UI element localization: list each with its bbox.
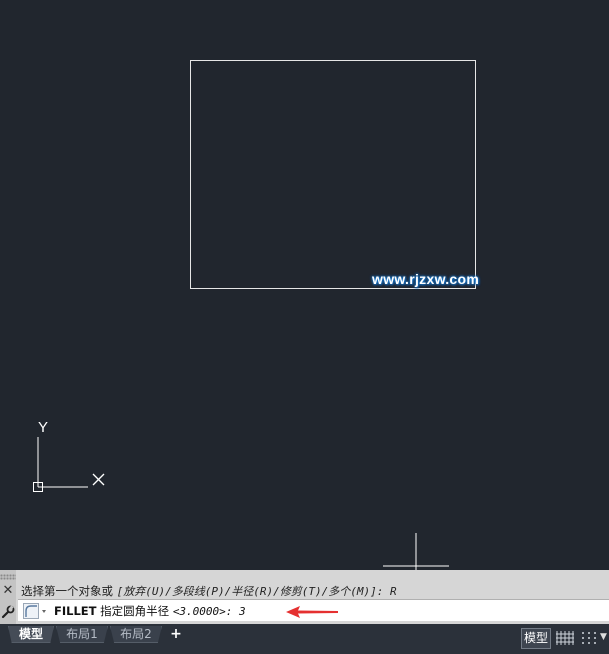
grip-handle[interactable] bbox=[0, 574, 16, 580]
snap-icon[interactable] bbox=[580, 630, 598, 646]
tab-layout1[interactable]: 布局1 bbox=[56, 626, 108, 643]
command-window-grip[interactable]: ✕ bbox=[0, 570, 16, 624]
history-options: [放弃(U)/多段线(P)/半径(R)/修剪(T)/多个(M)]: R bbox=[116, 585, 397, 598]
command-prompt-text: 指定圆角半径 bbox=[96, 604, 173, 618]
model-space-button[interactable]: 模型 bbox=[521, 628, 551, 649]
drawing-canvas[interactable]: www.rjzxw.com Y bbox=[0, 0, 609, 570]
tab-model[interactable]: 模型 bbox=[8, 626, 54, 643]
dropdown-arrow-icon[interactable]: ▼ bbox=[600, 632, 609, 644]
command-input-line[interactable]: FILLET 指定圆角半径 <3.0000>: 3 bbox=[18, 599, 609, 621]
tab-layout2[interactable]: 布局2 bbox=[110, 626, 162, 643]
rectangle-entity[interactable] bbox=[190, 60, 476, 289]
command-history-line: 选择第一个对象或 [放弃(U)/多段线(P)/半径(R)/修剪(T)/多个(M)… bbox=[21, 583, 397, 599]
command-default-value: <3.0000>: bbox=[172, 605, 240, 618]
command-prompt: FILLET 指定圆角半径 <3.0000>: 3 bbox=[54, 603, 246, 619]
ucs-y-label: Y bbox=[38, 419, 49, 436]
history-prefix: 选择第一个对象或 bbox=[21, 584, 117, 598]
command-window[interactable]: ✕ 选择第一个对象或 [放弃(U)/多段线(P)/半径(R)/修剪(T)/多个(… bbox=[0, 570, 609, 624]
crosshair-cursor bbox=[383, 533, 449, 570]
ucs-icon: Y bbox=[30, 420, 120, 500]
annotation-arrow-icon bbox=[286, 606, 338, 618]
command-name: FILLET bbox=[54, 604, 97, 618]
wrench-icon[interactable] bbox=[1, 605, 15, 619]
status-bar: 模型 布局1 布局2 + 模型 ▼ bbox=[0, 624, 609, 654]
fillet-command-icon[interactable] bbox=[23, 603, 49, 619]
watermark: www.rjzxw.com bbox=[372, 271, 480, 287]
grid-icon[interactable] bbox=[555, 630, 575, 646]
command-input-value[interactable]: 3 bbox=[239, 605, 246, 618]
add-layout-button[interactable]: + bbox=[164, 626, 188, 643]
close-icon[interactable]: ✕ bbox=[1, 584, 15, 598]
